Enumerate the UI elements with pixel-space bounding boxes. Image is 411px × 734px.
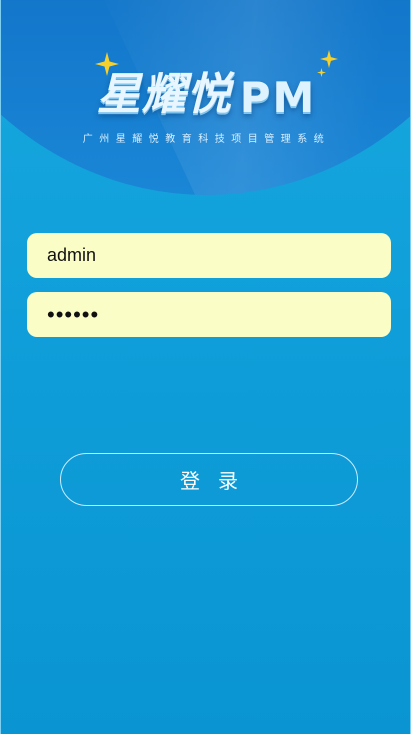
sparkle-star-small-icon <box>317 68 327 77</box>
logo-pm-text: PM <box>239 73 317 122</box>
password-input[interactable]: •••••• <box>27 292 391 337</box>
login-screen: 星耀悦 PM 广州星耀悦教育科技项目管理系统 admin •••••• 登录 <box>0 0 411 734</box>
username-value: admin <box>47 245 97 265</box>
login-button[interactable]: 登录 <box>60 453 358 506</box>
logo-title: 星耀悦 PM <box>94 50 339 122</box>
username-input[interactable]: admin <box>27 233 391 278</box>
logo-subtitle: 广州星耀悦教育科技项目管理系统 <box>82 134 331 145</box>
app-logo: 星耀悦 PM 广州星耀悦教育科技项目管理系统 <box>1 50 410 145</box>
sparkle-star-icon <box>94 52 119 76</box>
sparkle-star-icon <box>320 50 339 68</box>
password-value: •••••• <box>47 301 100 327</box>
